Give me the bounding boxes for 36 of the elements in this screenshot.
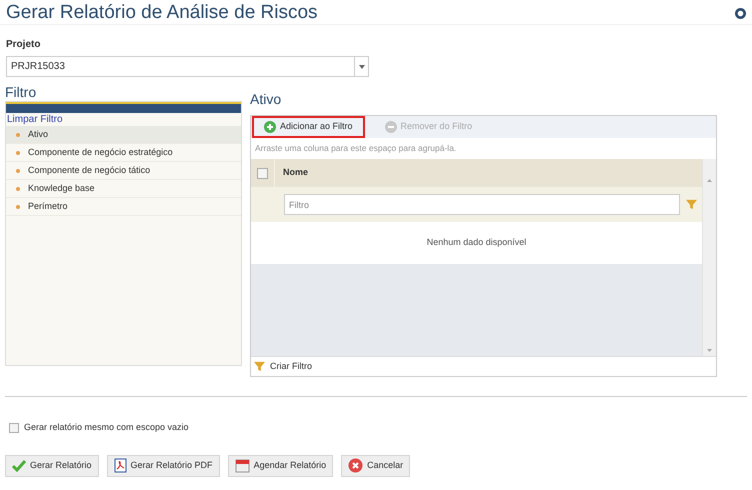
action-button[interactable]: Gerar Relatório PDF bbox=[106, 454, 220, 476]
scroll-down-icon[interactable] bbox=[707, 349, 712, 352]
dropdown-caret-icon bbox=[358, 64, 364, 68]
empty-message: Nenhum dado disponível bbox=[426, 236, 526, 250]
section-title: Filtro bbox=[5, 85, 38, 100]
project-select[interactable]: PRJR15033 bbox=[6, 56, 369, 77]
header-checkbox[interactable] bbox=[257, 168, 268, 178]
funnel-icon[interactable] bbox=[254, 361, 265, 372]
scrollbar[interactable] bbox=[702, 159, 716, 356]
action-button[interactable]: Cancelar bbox=[341, 454, 410, 476]
checkbox-label: Gerar relatório mesmo com escopo vazio bbox=[24, 421, 189, 434]
funnel-icon[interactable] bbox=[686, 199, 697, 210]
cancel-icon bbox=[348, 458, 364, 473]
action-button[interactable]: Gerar Relatório bbox=[5, 454, 99, 476]
calendar-icon bbox=[234, 458, 250, 473]
minus-icon bbox=[384, 121, 397, 133]
field-label: Projeto bbox=[6, 38, 42, 52]
page-title: Gerar Relatório de Análise de Riscos bbox=[6, 0, 318, 25]
action-button[interactable]: Agendar Relatório bbox=[228, 454, 334, 476]
section-title: Ativo bbox=[250, 92, 282, 107]
filter-item[interactable]: Perímetro bbox=[6, 198, 241, 216]
toolbar-button[interactable]: Adicionar ao Filtro bbox=[252, 116, 365, 138]
filter-item[interactable]: Knowledge base bbox=[6, 180, 241, 198]
checkmark-icon bbox=[12, 460, 26, 472]
clear-filter-link[interactable]: Limpar Filtro bbox=[6, 113, 241, 126]
filter-item[interactable]: Ativo bbox=[6, 126, 241, 144]
filter-item[interactable]: Componente de negócio estratégico bbox=[6, 144, 241, 162]
plus-icon bbox=[264, 121, 276, 133]
column-header[interactable]: Nome bbox=[275, 166, 308, 180]
filter-input[interactable]: Filtro bbox=[284, 194, 680, 215]
create-filter-link[interactable]: Criar Filtro bbox=[270, 360, 312, 374]
group-hint: Arraste uma coluna para este espaço para agrupá-la. bbox=[254, 142, 458, 156]
document-icon bbox=[114, 458, 127, 473]
checkbox[interactable] bbox=[9, 422, 19, 433]
scroll-up-icon[interactable] bbox=[707, 179, 712, 182]
filter-item[interactable]: Componente de negócio tático bbox=[6, 162, 241, 180]
